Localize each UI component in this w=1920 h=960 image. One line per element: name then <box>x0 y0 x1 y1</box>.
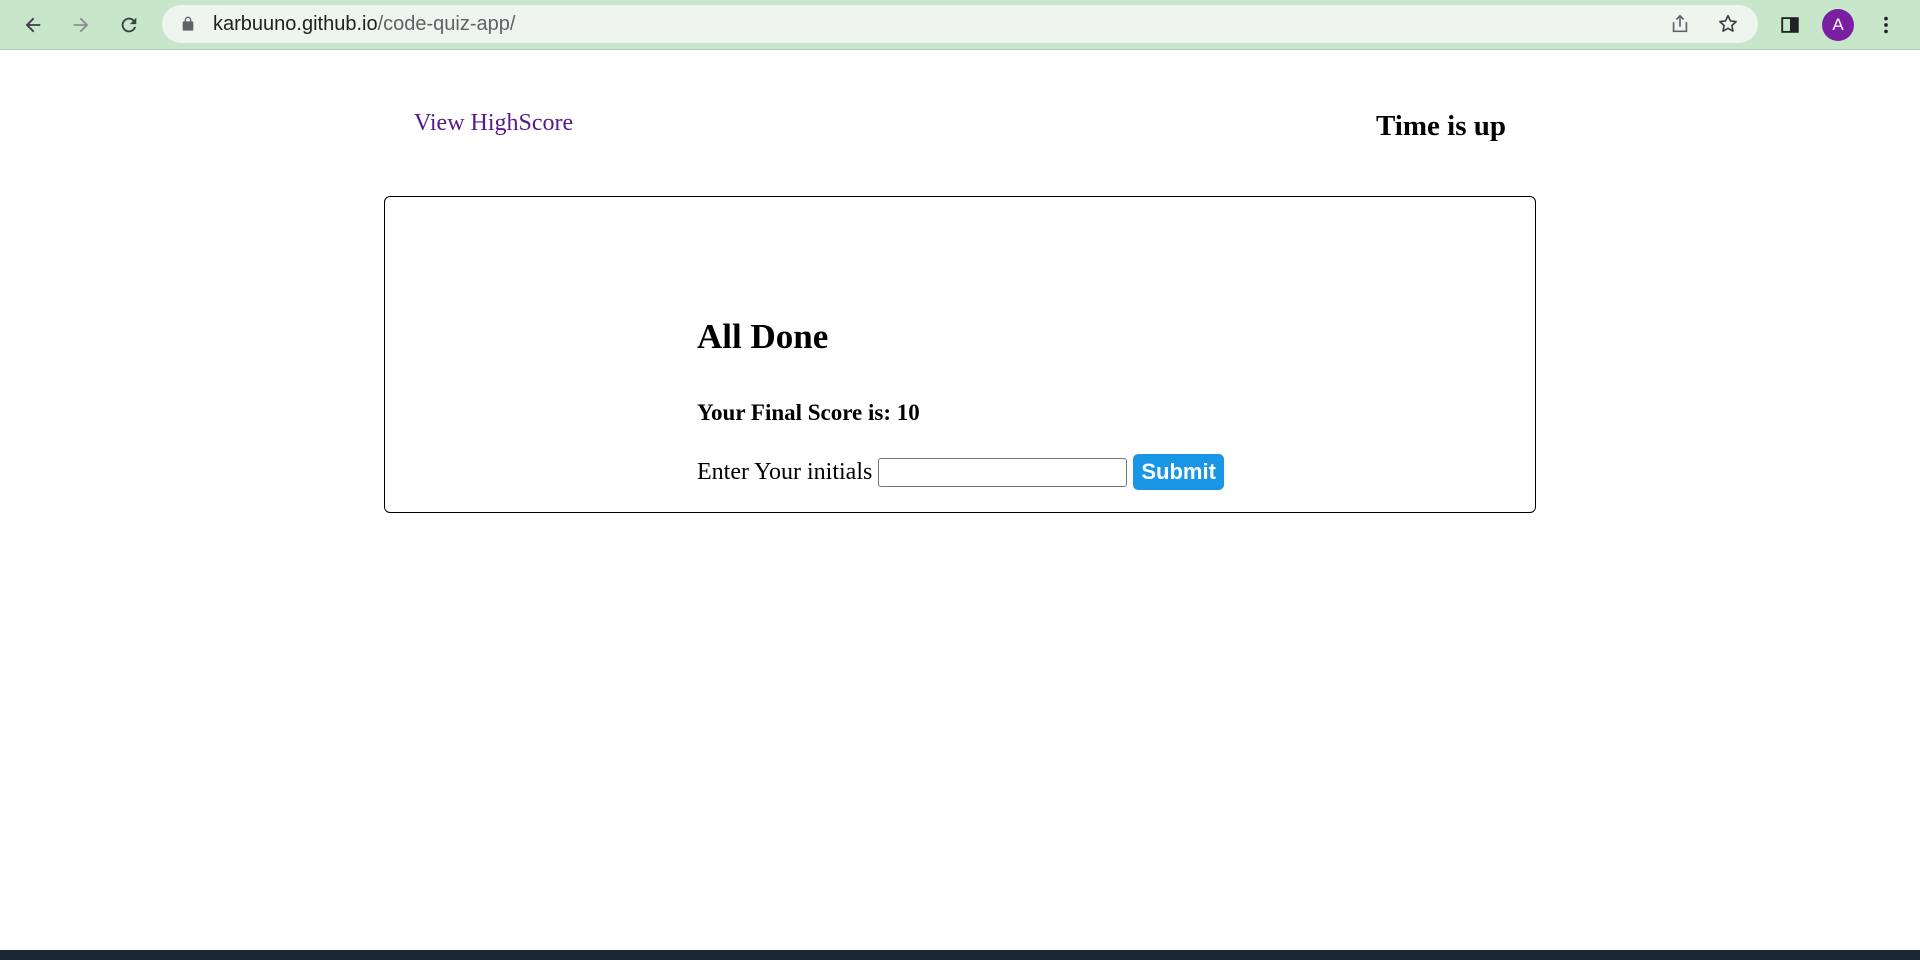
reload-icon <box>121 17 137 33</box>
browser-menu-button[interactable] <box>1868 7 1904 43</box>
bookmark-button[interactable] <box>1713 9 1743 39</box>
share-icon <box>1672 14 1688 33</box>
timer-status: Time is up <box>1375 110 1506 142</box>
browser-toolbar: karbuuno.github.io/code-quiz-app/ A <box>0 0 1920 50</box>
star-icon <box>1719 14 1737 32</box>
submit-button[interactable]: Submit <box>1133 454 1224 490</box>
url-path: /code-quiz-app/ <box>377 13 516 35</box>
final-score-text: Your Final Score is: 10 <box>697 400 920 425</box>
side-panel-button[interactable] <box>1772 7 1808 43</box>
arrow-left-icon <box>25 17 41 33</box>
page-content: View HighScore Time is up All Done Your … <box>0 51 1920 950</box>
initials-form: Enter Your initials Submit <box>697 454 1224 490</box>
share-button[interactable] <box>1665 9 1695 39</box>
taskbar-strip <box>0 950 1920 960</box>
reload-button[interactable] <box>111 7 147 43</box>
address-bar[interactable]: karbuuno.github.io/code-quiz-app/ <box>162 5 1758 43</box>
quiz-card: All Done Your Final Score is: 10 Enter Y… <box>384 196 1536 513</box>
url-text[interactable]: karbuuno.github.io/code-quiz-app/ <box>213 5 515 43</box>
lock-icon[interactable] <box>180 16 196 32</box>
all-done-heading: All Done <box>697 317 829 356</box>
profile-button[interactable]: A <box>1820 7 1856 43</box>
back-button[interactable] <box>15 7 51 43</box>
url-host: karbuuno.github.io <box>213 13 378 35</box>
arrow-right-icon <box>73 17 89 33</box>
initials-label: Enter Your initials <box>697 458 873 485</box>
initials-input[interactable] <box>878 457 1128 487</box>
kebab-menu-icon <box>1884 16 1888 34</box>
forward-button[interactable] <box>63 7 99 43</box>
view-highscore-link[interactable]: View HighScore <box>414 110 573 137</box>
avatar: A <box>1822 9 1854 41</box>
side-panel-icon <box>1781 17 1799 33</box>
